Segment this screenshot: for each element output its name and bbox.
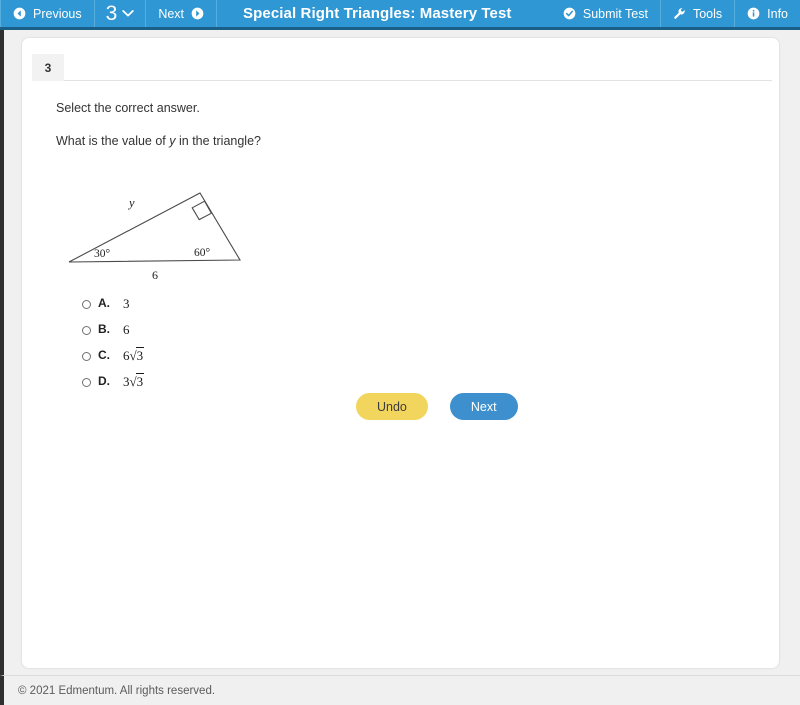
page-background: 3 Select the correct answer. What is the… — [0, 30, 800, 675]
answer-choice-c[interactable]: C. 6√3 — [82, 347, 382, 374]
choice-d-radicand: 3 — [135, 373, 145, 389]
next-label-top: Next — [158, 6, 185, 21]
undo-button[interactable]: Undo — [356, 393, 428, 420]
figure-angle-right: 60° — [194, 247, 211, 259]
next-button-top[interactable]: Next — [146, 0, 218, 27]
question-prompt: What is the value of y in the triangle? — [56, 134, 261, 148]
tools-label: Tools — [692, 6, 723, 21]
choice-value-a: 3 — [123, 296, 130, 312]
tab-question-3[interactable]: 3 — [32, 54, 64, 81]
figure-angle-left: 30° — [94, 248, 111, 260]
answer-choice-b[interactable]: B. 6 — [82, 322, 382, 348]
question-card: 3 Select the correct answer. What is the… — [22, 38, 779, 668]
previous-label: Previous — [33, 6, 82, 21]
test-title: Special Right Triangles: Mastery Test — [243, 5, 512, 22]
choice-a-coefficient: 3 — [123, 296, 130, 311]
info-button[interactable]: Info — [735, 0, 800, 27]
question-number-dropdown[interactable]: 3 — [95, 0, 147, 27]
chevron-down-icon — [122, 9, 135, 18]
circle-arrow-right-icon — [191, 7, 204, 20]
radio-button-c[interactable] — [82, 352, 91, 361]
choice-letter-d: D. — [98, 374, 110, 388]
instruction-text: Select the correct answer. — [56, 101, 200, 115]
top-navigation-bar: Previous 3 Next Special Right Triangles:… — [0, 0, 800, 30]
action-button-row: Undo Next — [356, 393, 518, 420]
choice-letter-c: C. — [98, 348, 110, 362]
info-circle-icon — [747, 7, 760, 20]
square-root-icon: √3 — [129, 347, 145, 363]
tools-button[interactable]: Tools — [661, 0, 736, 27]
page-footer: © 2021 Edmentum. All rights reserved. — [0, 675, 800, 705]
question-number-value: 3 — [105, 2, 118, 25]
prompt-part-after: in the triangle? — [175, 134, 261, 148]
figure-base-label: 6 — [152, 268, 158, 282]
answer-choice-list: A. 3 B. 6 C. 6√3 D. 3√3 — [82, 296, 382, 400]
submit-test-label: Submit Test — [582, 6, 648, 21]
radio-button-b[interactable] — [82, 326, 91, 335]
square-root-icon: √3 — [129, 373, 145, 389]
answer-choice-a[interactable]: A. 3 — [82, 296, 382, 322]
choice-value-d: 3√3 — [123, 373, 145, 390]
previous-button[interactable]: Previous — [0, 0, 95, 27]
wrench-icon — [673, 7, 686, 20]
top-bar-right-actions: Submit Test Tools Info — [551, 0, 800, 27]
figure-side-label: y — [127, 196, 135, 210]
triangle-figure: y 30° 60° 6 — [42, 153, 272, 283]
circle-arrow-left-icon — [13, 7, 26, 20]
choice-c-radicand: 3 — [135, 347, 145, 363]
prompt-part-before: What is the value of — [56, 134, 170, 148]
choice-b-coefficient: 6 — [123, 322, 130, 337]
submit-test-button[interactable]: Submit Test — [551, 0, 661, 27]
copyright-text: © 2021 Edmentum. All rights reserved. — [18, 684, 216, 697]
choice-value-c: 6√3 — [123, 347, 145, 364]
info-label: Info — [767, 6, 788, 21]
choice-letter-b: B. — [98, 322, 110, 336]
choice-value-b: 6 — [123, 322, 130, 338]
choice-letter-a: A. — [98, 296, 110, 310]
right-angle-square-icon — [191, 200, 213, 221]
answer-choice-d[interactable]: D. 3√3 — [82, 373, 382, 400]
question-tab-strip: 3 — [32, 54, 772, 81]
check-circle-icon — [563, 7, 576, 20]
next-button[interactable]: Next — [449, 393, 518, 420]
radio-button-d[interactable] — [82, 378, 91, 387]
radio-button-a[interactable] — [82, 300, 91, 309]
